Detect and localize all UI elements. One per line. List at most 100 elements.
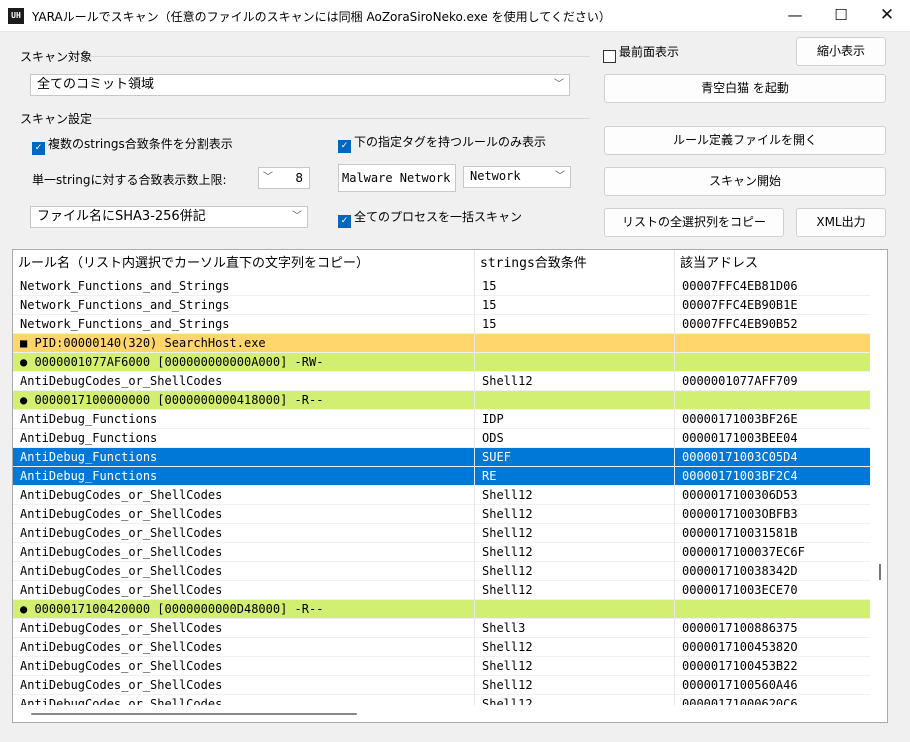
rule-cell: AntiDebug_Functions xyxy=(13,410,475,429)
memory-region-row[interactable]: ● 0000001077AF6000 [000000000000A000] -R… xyxy=(13,353,871,372)
table-row[interactable]: Network_Functions_and_Strings 15 00007FFC4… xyxy=(13,277,871,296)
settings-panel: スキャン対象 全てのコミット領域 ﹀ スキャン設定 ✓ 複数のstrings合致条… xyxy=(12,40,590,240)
condition-cell: Shell12 xyxy=(475,486,675,505)
table-row[interactable]: AntiDebug_Functions SUEF 00000171003C05D4 xyxy=(13,448,871,467)
table-row[interactable]: AntiDebugCodes_or_ShellCodes Shell12 00000… xyxy=(13,581,871,600)
address-cell: 00000171003BF26E xyxy=(682,412,798,426)
scroll-thumb[interactable] xyxy=(879,564,881,580)
minimize-button[interactable]: — xyxy=(772,0,818,31)
divider xyxy=(90,56,590,57)
condition-cell: Shell12 xyxy=(475,638,675,657)
address-cell: 000001710038342D xyxy=(682,564,798,578)
process-row[interactable]: ■ PID:00000140(320) SearchHost.exe xyxy=(13,334,871,353)
rule-cell: AntiDebugCodes_or_ShellCodes xyxy=(13,676,475,695)
table-row[interactable]: AntiDebugCodes_or_ShellCodes Shell12 00000… xyxy=(13,543,871,562)
shrink-button[interactable]: 縮小表示 xyxy=(796,37,886,66)
window-title: YARAルールでスキャン（任意のファイルのスキャンには同梱 AoZoraSiro… xyxy=(32,10,611,24)
condition-cell: Shell12 xyxy=(475,562,675,581)
hash-option-select[interactable]: ファイル名にSHA3-256併記 ﹀ xyxy=(30,206,308,228)
condition-cell: Shell12 xyxy=(475,581,675,600)
tag-filter-checkbox[interactable]: ✓ 下の指定タグを持つルールのみ表示 xyxy=(338,134,546,153)
copy-columns-button[interactable]: リストの全選択列をコピー xyxy=(604,208,784,237)
address-cell: 00007FFC4EB90B52 xyxy=(682,317,798,331)
table-row[interactable]: Network_Functions_and_Strings 15 00007FFC4… xyxy=(13,315,871,334)
hash-option-value: ファイル名にSHA3-256併記 xyxy=(37,209,206,224)
tag-input[interactable]: Malware Network xyxy=(338,164,456,192)
rule-cell: AntiDebugCodes_or_ShellCodes xyxy=(13,524,475,543)
start-scan-button[interactable]: スキャン開始 xyxy=(604,167,886,196)
table-row[interactable]: AntiDebug_Functions IDP 00000171003BF26E xyxy=(13,410,871,429)
table-row[interactable]: AntiDebug_Functions RE 00000171003BF2C4 xyxy=(13,467,871,486)
address-cell: 0000017100560A46 xyxy=(682,678,798,692)
address-cell: 00007FFC4EB90B1E xyxy=(682,298,798,312)
table-row[interactable]: AntiDebugCodes_or_ShellCodes Shell12 00000… xyxy=(13,657,871,676)
scan-settings-label: スキャン設定 xyxy=(20,112,93,126)
condition-cell: RE xyxy=(475,467,675,486)
address-cell: 0000017100306D53 xyxy=(682,488,798,502)
split-strings-checkbox[interactable]: ✓ 複数のstrings合致条件を分割表示 xyxy=(32,136,233,155)
table-row[interactable]: AntiDebugCodes_or_ShellCodes Shell12 00000… xyxy=(13,638,871,657)
launch-aozora-button[interactable]: 青空白猫 を起動 xyxy=(604,74,886,103)
rule-cell: ● 0000001077AF6000 [000000000000A000] -R… xyxy=(13,353,475,372)
address-cell xyxy=(675,391,871,410)
chevron-down-icon: ﹀ xyxy=(555,171,565,182)
table-row[interactable]: Network_Functions_and_Strings 15 00007FFC4… xyxy=(13,296,871,315)
close-button[interactable]: ✕ xyxy=(864,0,910,31)
topmost-checkbox[interactable]: ✓最前面表示 xyxy=(603,44,679,63)
vertical-scrollbar[interactable] xyxy=(870,250,887,704)
address-cell: 0000017100037EC6F xyxy=(682,545,805,559)
table-row[interactable]: AntiDebugCodes_or_ShellCodes Shell3 000001… xyxy=(13,619,871,638)
rule-cell: ● 0000017100000000 [0000000000418000] -R… xyxy=(13,391,475,410)
address-cell: 00000171003BF2C4 xyxy=(682,469,798,483)
column-header-condition[interactable]: strings合致条件 xyxy=(475,250,675,277)
checkbox-checked-icon: ✓ xyxy=(32,142,45,155)
address-cell xyxy=(675,600,871,619)
address-cell: 0000017100453B22 xyxy=(682,659,798,673)
scroll-thumb[interactable] xyxy=(31,713,357,715)
rule-cell: AntiDebugCodes_or_ShellCodes xyxy=(13,619,475,638)
table-row[interactable]: AntiDebugCodes_or_ShellCodes Shell12 00000… xyxy=(13,562,871,581)
split-strings-label: 複数のstrings合致条件を分割表示 xyxy=(48,137,233,151)
table-row[interactable]: AntiDebugCodes_or_ShellCodes Shell12 00000… xyxy=(13,486,871,505)
address-cell: 00000171003BEE04 xyxy=(682,431,798,445)
rule-cell: ■ PID:00000140(320) SearchHost.exe xyxy=(13,334,475,353)
tag-select[interactable]: Network ﹀ xyxy=(463,166,571,188)
open-rules-button[interactable]: ルール定義ファイルを開く xyxy=(604,126,886,155)
rule-cell: AntiDebugCodes_or_ShellCodes xyxy=(13,581,475,600)
memory-region-row[interactable]: ● 0000017100000000 [0000000000418000] -R… xyxy=(13,391,871,410)
rule-cell: Network_Functions_and_Strings xyxy=(13,315,475,334)
address-cell xyxy=(675,353,871,372)
address-cell: 0000001077AFF709 xyxy=(682,374,798,388)
condition-cell xyxy=(475,391,675,410)
horizontal-scrollbar[interactable] xyxy=(13,705,871,722)
column-header-address[interactable]: 該当アドレス xyxy=(675,250,871,277)
list-rows: Network_Functions_and_Strings 15 00007FFC4… xyxy=(13,277,871,714)
rule-cell: AntiDebugCodes_or_ShellCodes xyxy=(13,486,475,505)
maximize-button[interactable]: ☐ xyxy=(818,0,864,31)
column-header-rule[interactable]: ルール名（リスト内選択でカーソル直下の文字列をコピー） xyxy=(13,250,475,277)
rule-cell: ● 0000017100420000 [0000000000D48000] -R… xyxy=(13,600,475,619)
memory-region-row[interactable]: ● 0000017100420000 [0000000000D48000] -R… xyxy=(13,600,871,619)
scan-target-select[interactable]: 全てのコミット領域 ﹀ xyxy=(30,74,570,96)
rule-cell: AntiDebug_Functions xyxy=(13,467,475,486)
condition-cell xyxy=(475,334,675,353)
rule-cell: AntiDebugCodes_or_ShellCodes xyxy=(13,505,475,524)
max-matches-value: 8 xyxy=(295,171,303,185)
checkbox-checked-icon: ✓ xyxy=(338,215,351,228)
rule-cell: AntiDebugCodes_or_ShellCodes xyxy=(13,638,475,657)
results-list[interactable]: ルール名（リスト内選択でカーソル直下の文字列をコピー） strings合致条件 … xyxy=(12,249,888,723)
table-row[interactable]: AntiDebugCodes_or_ShellCodes Shell12 00000… xyxy=(13,505,871,524)
xml-export-button[interactable]: XML出力 xyxy=(796,208,886,237)
table-row[interactable]: AntiDebugCodes_or_ShellCodes Shell12 00000… xyxy=(13,372,871,391)
tag-filter-label: 下の指定タグを持つルールのみ表示 xyxy=(354,135,547,149)
table-row[interactable]: AntiDebugCodes_or_ShellCodes Shell12 00000… xyxy=(13,524,871,543)
max-matches-spinner[interactable]: ﹀ 8 xyxy=(258,167,310,189)
condition-cell: Shell12 xyxy=(475,505,675,524)
topmost-label: 最前面表示 xyxy=(619,45,680,59)
address-cell: 00000171003C05D4 xyxy=(682,450,798,464)
table-row[interactable]: AntiDebug_Functions ODS 00000171003BEE04 xyxy=(13,429,871,448)
table-row[interactable]: AntiDebugCodes_or_ShellCodes Shell12 00000… xyxy=(13,676,871,695)
rule-cell: AntiDebugCodes_or_ShellCodes xyxy=(13,562,475,581)
max-matches-label: 単一stringに対する合致表示数上限: xyxy=(32,173,227,187)
all-process-checkbox[interactable]: ✓ 全てのプロセスを一括スキャン xyxy=(338,209,522,228)
